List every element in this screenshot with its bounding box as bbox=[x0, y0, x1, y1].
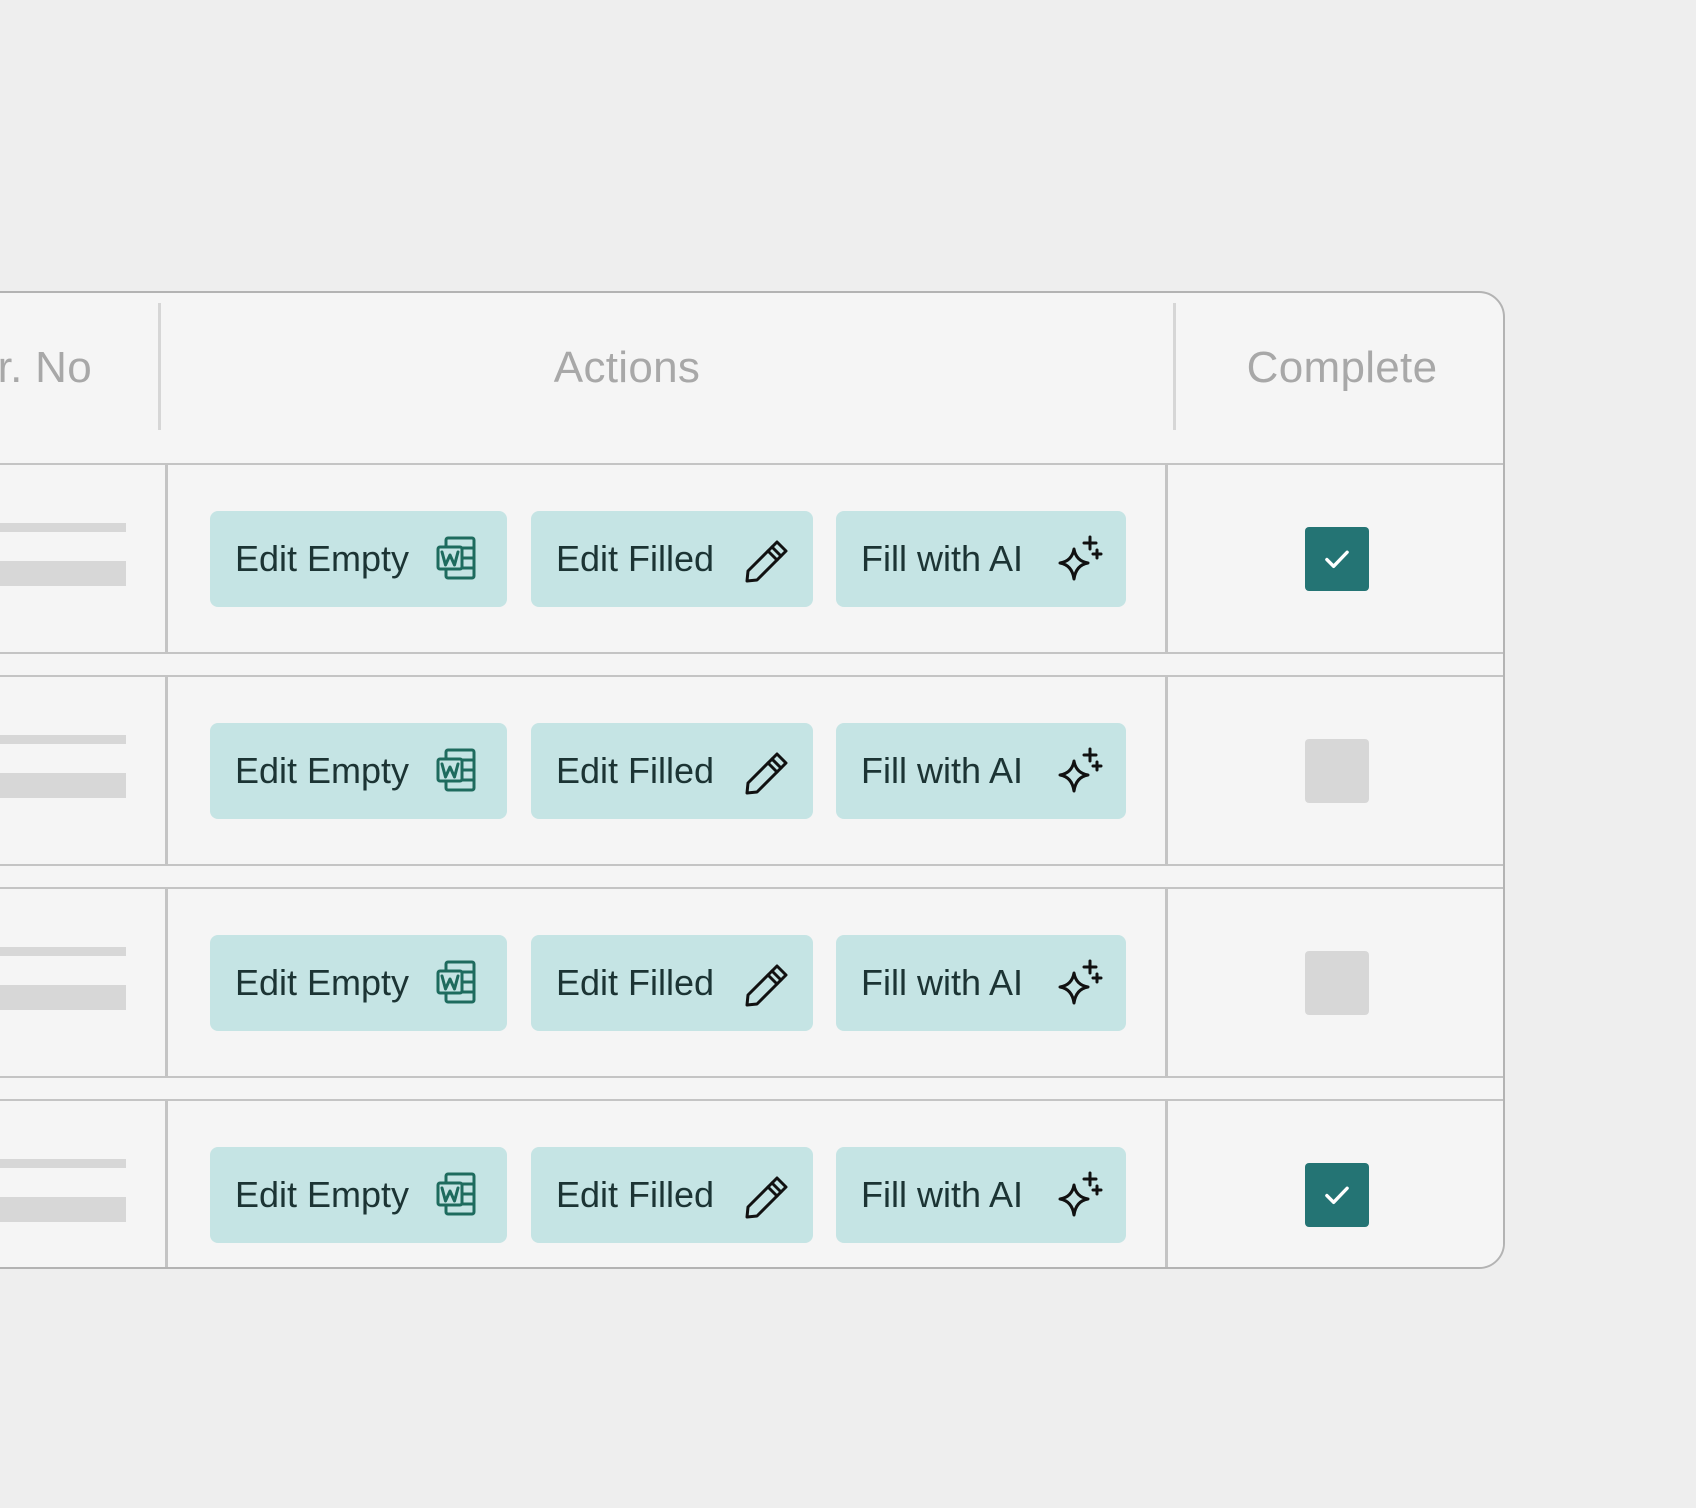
word-document-icon bbox=[433, 1169, 485, 1221]
fill-with-ai-button[interactable]: Fill with AI bbox=[836, 723, 1126, 819]
word-document-icon bbox=[433, 533, 485, 585]
fill-with-ai-button[interactable]: Fill with AI bbox=[836, 935, 1126, 1031]
table-row: Edit Empty Edit Filled Fill with AI bbox=[0, 887, 1503, 1078]
sr-no-placeholder bbox=[0, 735, 126, 744]
sparkles-icon bbox=[1052, 1169, 1104, 1221]
edit-filled-button[interactable]: Edit Filled bbox=[531, 935, 813, 1031]
header-complete: Complete bbox=[1246, 343, 1438, 392]
word-document-icon bbox=[433, 957, 485, 1009]
forms-table: r. No Actions Complete Edit Empty Edit F… bbox=[0, 291, 1505, 1269]
edit-filled-label: Edit Filled bbox=[556, 1174, 715, 1215]
column-divider bbox=[1165, 465, 1168, 652]
fill-with-ai-button[interactable]: Fill with AI bbox=[836, 1147, 1126, 1243]
column-divider bbox=[165, 1101, 168, 1267]
sparkles-icon bbox=[1052, 745, 1104, 797]
complete-checkbox[interactable] bbox=[1305, 527, 1369, 591]
edit-empty-button[interactable]: Edit Empty bbox=[210, 935, 507, 1031]
table-row: Edit Empty Edit Filled Fill with AI bbox=[0, 1099, 1503, 1267]
table-row: Edit Empty Edit Filled Fill with AI bbox=[0, 463, 1503, 654]
fill-with-ai-label: Fill with AI bbox=[861, 750, 1024, 791]
table-header: r. No Actions Complete bbox=[0, 293, 1503, 463]
fill-with-ai-button[interactable]: Fill with AI bbox=[836, 511, 1126, 607]
edit-empty-label: Edit Empty bbox=[235, 962, 410, 1003]
sr-no-placeholder bbox=[0, 523, 126, 532]
header-actions: Actions bbox=[553, 343, 701, 392]
edit-filled-label: Edit Filled bbox=[556, 538, 715, 579]
column-divider bbox=[1165, 1101, 1168, 1267]
edit-filled-button[interactable]: Edit Filled bbox=[531, 723, 813, 819]
column-divider bbox=[165, 465, 168, 652]
sr-no-placeholder bbox=[0, 1197, 126, 1222]
sr-no-placeholder bbox=[0, 561, 126, 586]
edit-empty-button[interactable]: Edit Empty bbox=[210, 1147, 507, 1243]
sr-no-placeholder bbox=[0, 773, 126, 798]
column-divider bbox=[1165, 677, 1168, 864]
column-divider bbox=[165, 677, 168, 864]
complete-checkbox[interactable] bbox=[1305, 739, 1369, 803]
pencil-icon bbox=[739, 533, 791, 585]
column-divider bbox=[1165, 889, 1168, 1076]
sr-no-placeholder bbox=[0, 985, 126, 1010]
word-document-icon bbox=[433, 745, 485, 797]
fill-with-ai-label: Fill with AI bbox=[861, 1174, 1024, 1215]
complete-checkbox[interactable] bbox=[1305, 951, 1369, 1015]
complete-checkbox[interactable] bbox=[1305, 1163, 1369, 1227]
edit-empty-button[interactable]: Edit Empty bbox=[210, 511, 507, 607]
header-divider bbox=[158, 303, 161, 430]
edit-empty-label: Edit Empty bbox=[235, 538, 410, 579]
edit-filled-button[interactable]: Edit Filled bbox=[531, 1147, 813, 1243]
sr-no-placeholder bbox=[0, 947, 126, 956]
sparkles-icon bbox=[1052, 533, 1104, 585]
table-row: Edit Empty Edit Filled Fill with AI bbox=[0, 675, 1503, 866]
edit-filled-button[interactable]: Edit Filled bbox=[531, 511, 813, 607]
edit-empty-label: Edit Empty bbox=[235, 1174, 410, 1215]
edit-filled-label: Edit Filled bbox=[556, 750, 715, 791]
checkmark-icon bbox=[1319, 541, 1355, 577]
edit-empty-button[interactable]: Edit Empty bbox=[210, 723, 507, 819]
header-sr-no: r. No bbox=[0, 343, 92, 392]
header-divider bbox=[1173, 303, 1176, 430]
edit-empty-label: Edit Empty bbox=[235, 750, 410, 791]
pencil-icon bbox=[739, 1169, 791, 1221]
column-divider bbox=[165, 889, 168, 1076]
sparkles-icon bbox=[1052, 957, 1104, 1009]
checkmark-icon bbox=[1319, 1177, 1355, 1213]
pencil-icon bbox=[739, 745, 791, 797]
sr-no-placeholder bbox=[0, 1159, 126, 1168]
edit-filled-label: Edit Filled bbox=[556, 962, 715, 1003]
pencil-icon bbox=[739, 957, 791, 1009]
fill-with-ai-label: Fill with AI bbox=[861, 962, 1024, 1003]
fill-with-ai-label: Fill with AI bbox=[861, 538, 1024, 579]
